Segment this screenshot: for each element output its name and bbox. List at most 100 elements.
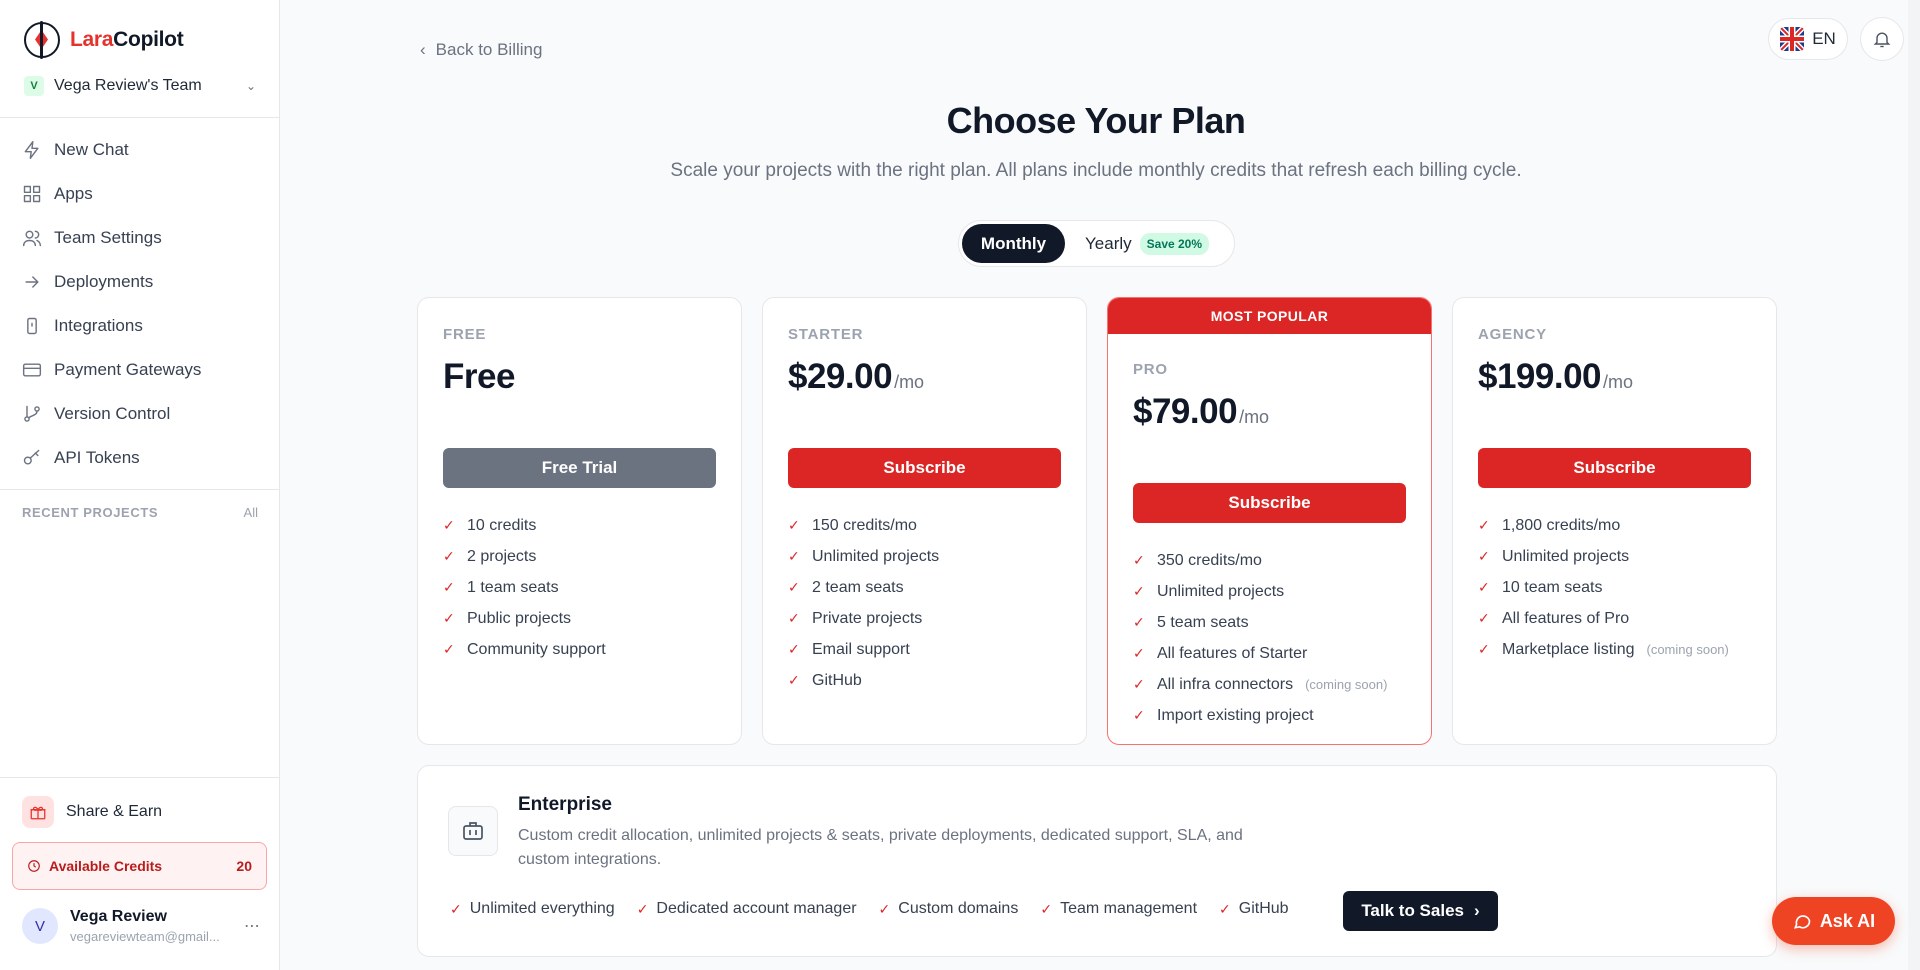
enterprise-description: Custom credit allocation, unlimited proj… [518, 827, 1243, 868]
talk-to-sales-label: Talk to Sales [1361, 901, 1464, 920]
page-title: Choose Your Plan [946, 100, 1246, 141]
avatar: V [22, 908, 58, 944]
plan-price: Free [443, 357, 716, 397]
monthly-toggle-button[interactable]: Monthly [962, 224, 1065, 263]
list-item: ✓ Private projects [788, 603, 1061, 634]
list-item: ✓ 10 team seats [1478, 572, 1751, 603]
git-branch-icon [24, 405, 40, 422]
sidebar-item-new-chat[interactable]: New Chat [0, 128, 280, 172]
feature-text: Import existing project [1157, 706, 1314, 724]
list-item: ✓ 10 credits [443, 510, 716, 541]
feature-text: Dedicated account manager [656, 900, 857, 917]
yearly-toggle-button[interactable]: Yearly Save 20% [1085, 232, 1210, 255]
feature-text: 10 team seats [1502, 578, 1603, 596]
subscribe-agency-button[interactable]: Subscribe [1478, 448, 1751, 488]
check-icon: ✓ [1133, 676, 1145, 692]
feature-text: All infra connectors [1157, 675, 1294, 693]
recent-projects-all-link[interactable]: All [244, 505, 258, 520]
share-earn-link[interactable]: Share & Earn [22, 796, 162, 828]
check-icon: ✓ [788, 610, 800, 626]
plan-price: $199.00/mo [1478, 357, 1751, 397]
team-switcher[interactable]: V Vega Review's Team ⌄ [24, 76, 256, 96]
bell-icon [1873, 32, 1891, 48]
list-item: ✓ Community support [443, 634, 716, 665]
plan-features: ✓ 10 credits ✓ 2 projects ✓ 1 team seats ✓ P… [443, 510, 716, 665]
credits-value: 20 [236, 858, 252, 874]
plan-features: ✓ 350 credits/mo ✓ Unlimited projects ✓ 5 t… [1133, 545, 1406, 731]
scrollbar[interactable] [1908, 0, 1920, 970]
list-item: ✓ GitHub [1219, 900, 1289, 918]
language-selector[interactable]: EN [1768, 18, 1848, 60]
sidebar-item-version-control[interactable]: Version Control [0, 392, 280, 436]
check-icon: ✓ [1478, 579, 1490, 595]
notifications-button[interactable] [1860, 17, 1904, 61]
check-icon: ✓ [788, 579, 800, 595]
billing-period-toggle: Monthly Yearly Save 20% [958, 220, 1235, 267]
subscribe-starter-button[interactable]: Subscribe [788, 448, 1061, 488]
sidebar-item-api-tokens[interactable]: API Tokens [0, 436, 280, 480]
team-name: Vega Review's Team [54, 77, 202, 94]
list-item: ✓ Dedicated account manager [637, 900, 857, 918]
sidebar-item-label: Integrations [54, 316, 143, 335]
brand-logo[interactable]: LaraCopilot [24, 21, 184, 59]
user-email: vegareviewteam@gmail... [70, 929, 220, 944]
sidebar-item-integrations[interactable]: Integrations [0, 304, 280, 348]
talk-to-sales-button[interactable]: Talk to Sales › [1343, 891, 1498, 931]
feature-text: Unlimited everything [469, 900, 615, 917]
list-item: ✓ All features of Pro [1478, 603, 1751, 634]
feature-text: 5 team seats [1157, 613, 1249, 631]
sidebar-item-label: New Chat [54, 140, 129, 159]
list-item: ✓ Unlimited projects [788, 541, 1061, 572]
plan-price-period: /mo [894, 372, 925, 392]
list-item: ✓ GitHub [788, 665, 1061, 696]
feature-text: Private projects [812, 609, 923, 627]
check-icon: ✓ [1478, 517, 1490, 533]
sidebar-item-deployments[interactable]: Deployments [0, 260, 280, 304]
user-profile[interactable]: V Vega Review vegareviewteam@gmail... ⋯ [22, 908, 260, 944]
check-icon: ✓ [1133, 707, 1145, 723]
enterprise-features: ✓ Unlimited everything ✓ Dedicated account… [450, 900, 1289, 918]
available-credits-badge[interactable]: Available Credits 20 [12, 842, 267, 890]
sidebar-item-label: Deployments [54, 272, 154, 291]
ask-ai-button[interactable]: Ask AI [1772, 897, 1895, 945]
check-icon: ✓ [878, 900, 891, 917]
most-popular-badge: MOST POPULAR [1108, 298, 1431, 334]
subscribe-pro-button[interactable]: Subscribe [1133, 483, 1406, 523]
sidebar-item-team-settings[interactable]: Team Settings [0, 216, 280, 260]
plan-price-amount: $29.00 [788, 357, 893, 396]
more-options-icon[interactable]: ⋯ [244, 916, 260, 936]
feature-text: Unlimited projects [1502, 547, 1630, 565]
feature-text: All features of Starter [1157, 644, 1308, 662]
check-icon: ✓ [1478, 548, 1490, 564]
check-icon: ✓ [450, 900, 462, 917]
plan-card-starter: STARTER $29.00/mo Subscribe ✓ 150 credits… [762, 297, 1087, 745]
free-trial-button[interactable]: Free Trial [443, 448, 716, 488]
sidebar-divider [0, 489, 280, 490]
feature-text: GitHub [812, 671, 862, 689]
sidebar-item-label: Version Control [54, 404, 171, 423]
sidebar-item-payment-gateways[interactable]: Payment Gateways [0, 348, 280, 392]
bolt-icon [24, 140, 39, 160]
plan-tier: AGENCY [1478, 326, 1547, 343]
feature-text: Email support [812, 640, 910, 658]
page-subtitle: Scale your projects with the right plan.… [670, 160, 1522, 181]
list-item: ✓ 1,800 credits/mo [1478, 510, 1751, 541]
briefcase-icon [448, 806, 498, 856]
plan-price: $29.00/mo [788, 357, 1061, 397]
sidebar-item-label: Payment Gateways [54, 360, 202, 379]
back-to-billing-link[interactable]: ‹ Back to Billing [420, 40, 542, 60]
recent-projects-header: RECENT PROJECTS All [22, 505, 258, 520]
sidebar-item-apps[interactable]: Apps [0, 172, 280, 216]
check-icon: ✓ [1040, 900, 1053, 917]
back-label: Back to Billing [435, 40, 543, 59]
user-name: Vega Review [70, 908, 167, 925]
list-item: ✓ Unlimited projects [1133, 576, 1406, 607]
sidebar-nav: New Chat Apps Team Settings Deployments … [0, 128, 280, 480]
sidebar-item-label: Team Settings [54, 228, 162, 247]
check-icon: ✓ [443, 641, 455, 657]
sidebar-divider [0, 777, 280, 778]
plug-icon [27, 317, 37, 335]
plan-tier: PRO [1133, 361, 1168, 378]
feature-text: GitHub [1238, 900, 1289, 917]
plan-tier: STARTER [788, 326, 864, 343]
